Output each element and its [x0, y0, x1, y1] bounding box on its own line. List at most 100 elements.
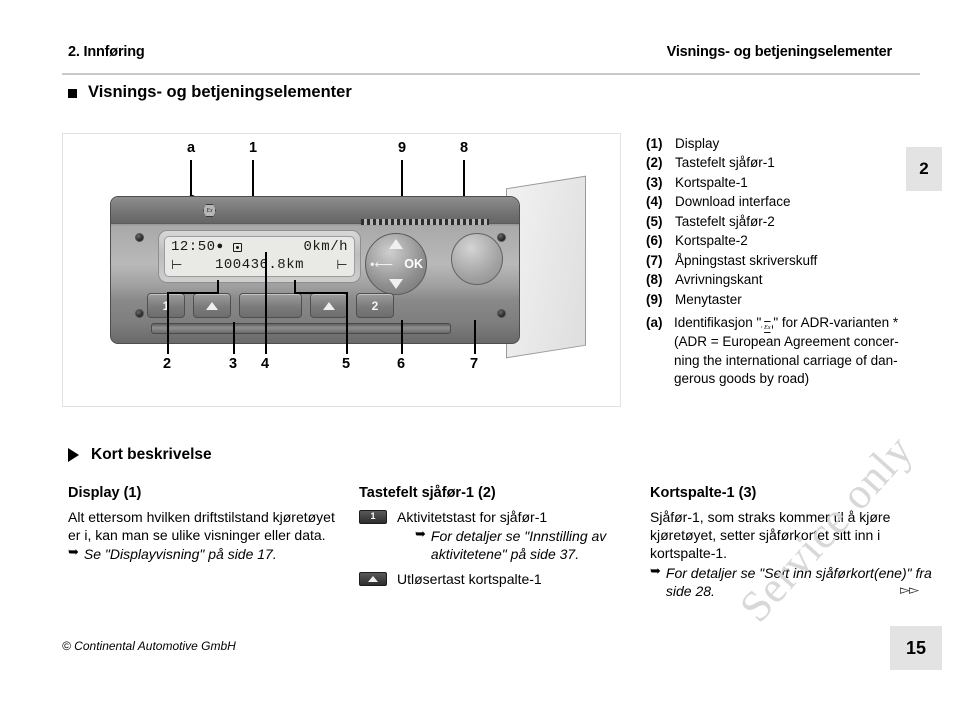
- keypad-item-eject: Utløsertast kortspalte-1: [359, 570, 634, 588]
- device-figure: a 1 9 8 Ex 12:50 ● 0km/h ⊢ 100436.8km ⊢ …: [62, 133, 621, 407]
- legend-item-label: Download interface: [675, 194, 791, 210]
- keypad-item-eject-text: Utløsertast kortspalte-1: [397, 570, 542, 587]
- callout-4: 4: [260, 356, 270, 372]
- column-display-reference-text: Se "Displayvisning" på side 17.: [83, 546, 277, 563]
- leader-5-h: [294, 292, 348, 294]
- legend-item: (7) Åpningstast skriverskuff: [646, 251, 926, 270]
- callout-5: 5: [341, 356, 351, 372]
- ok-button[interactable]: OK: [404, 257, 423, 271]
- column-keypad-heading: Tastefelt sjåfør-1 (2): [359, 485, 496, 501]
- legend-item: (3) Kortspalte-1: [646, 173, 926, 192]
- page-number: 15: [890, 626, 942, 670]
- legend-item-number: (9): [646, 291, 663, 307]
- footnote-line1-after: " for ADR-varianten *: [773, 315, 899, 330]
- legend-item-number: (7): [646, 252, 663, 268]
- printer-area-key[interactable]: [239, 293, 302, 318]
- document-page: 2. Innføring Visnings- og betjeningselem…: [0, 0, 960, 677]
- header-divider: [62, 73, 920, 75]
- legend-item-label: Kortspalte-1: [675, 174, 748, 190]
- cross-reference-arrow-icon: ➥: [415, 527, 426, 543]
- up-arrow-icon[interactable]: [389, 239, 403, 249]
- leader-2-h: [167, 292, 219, 294]
- footnote-marker: (a): [646, 315, 663, 330]
- legend-item-number: (1): [646, 136, 663, 151]
- screw-icon-top-left: [135, 233, 144, 242]
- down-arrow-icon[interactable]: [389, 279, 403, 289]
- leader-5: [346, 292, 348, 354]
- short-description-heading: Kort beskrivelse: [68, 446, 212, 464]
- adr-ex-inline-icon: Ex: [761, 321, 774, 333]
- short-description-label: Kort beskrivelse: [91, 446, 212, 463]
- menu-keys-navpad[interactable]: •⟵ OK: [365, 233, 427, 295]
- legend-item: (5) Tastefelt sjåfør-2: [646, 212, 926, 231]
- legend-item: (6) Kortspalte-2: [646, 231, 926, 250]
- printer-drawer-slot: [151, 323, 451, 334]
- running-head-section: Visnings- og betjeningselementer: [666, 44, 893, 60]
- leader-2-v: [217, 280, 219, 294]
- callout-9: 9: [397, 140, 407, 156]
- column-cardslot-body: Sjåfør-1, som straks kommer til å kjøre …: [650, 509, 891, 562]
- section-heading-label: Visnings- og betjeningselementer: [88, 83, 352, 101]
- callout-8: 8: [459, 140, 469, 156]
- leader-2: [167, 292, 169, 354]
- keypad-item-activity: 1 Aktivitetstast for sjåfør-1 ➥ For deta…: [359, 508, 634, 564]
- legend-item-label: Display: [675, 136, 720, 151]
- driver1-activity-key[interactable]: 1: [147, 293, 185, 318]
- footnote-line3: ning the international carriage of dan-: [674, 352, 898, 368]
- driver2-activity-key[interactable]: 2: [356, 293, 394, 318]
- keypad-item-activity-reference-text: For detaljer se "Innstilling av aktivite…: [430, 528, 607, 563]
- printer-drawer-release-button[interactable]: [451, 233, 503, 285]
- running-head-chapter: 2. Innføring: [68, 44, 145, 60]
- legend-item: (8) Avrivningskant: [646, 270, 926, 289]
- column-display-heading: Display (1): [68, 485, 142, 501]
- eject-key-slot1[interactable]: [193, 293, 231, 318]
- back-arrow-icon[interactable]: •⟵: [370, 258, 393, 271]
- footnote-line4: gerous goods by road): [674, 371, 810, 387]
- lcd-bed-icon-right: ⊢: [336, 257, 349, 273]
- legend-item: (2) Tastefelt sjåfør-1: [646, 153, 926, 172]
- running-head: 2. Innføring Visnings- og betjeningselem…: [68, 44, 892, 70]
- legend-item-label: Åpningstast skriverskuff: [675, 252, 818, 268]
- display-bezel: 12:50 ● 0km/h ⊢ 100436.8km ⊢: [158, 230, 361, 283]
- tear-off-edge: [361, 219, 489, 225]
- callout-6: 6: [396, 356, 406, 372]
- section-heading: Visnings- og betjeningselementer: [68, 83, 352, 102]
- leader-7: [474, 320, 476, 354]
- legend-item: (1) Display: [646, 134, 926, 153]
- column-cardslot-heading: Kortspalte-1 (3): [650, 485, 757, 501]
- adr-footnote: (a) Identifikasjon " Ex " for ADR-variante…: [646, 314, 938, 389]
- continuation-marker: ▻▻: [900, 583, 919, 598]
- legend-item-label: Tastefelt sjåfør-2: [675, 213, 775, 229]
- square-bullet-icon: [68, 89, 77, 98]
- footnote-line2: (ADR = European Agreement concer-: [674, 334, 899, 349]
- legend-item: (9) Menytaster: [646, 290, 926, 309]
- lcd-display: 12:50 ● 0km/h ⊢ 100436.8km ⊢: [164, 236, 355, 277]
- callout-2: 2: [162, 356, 172, 372]
- column-display: Display (1) Alt ettersom hvilken driftst…: [68, 485, 343, 564]
- eject-key-icon: [359, 571, 387, 586]
- leader-6: [401, 320, 403, 354]
- legend-item-number: (8): [646, 272, 663, 288]
- callout-1: 1: [248, 140, 258, 156]
- device-key-row: 1 2: [147, 293, 394, 318]
- leader-4: [265, 252, 267, 354]
- legend-item: (4) Download interface: [646, 192, 926, 211]
- leader-a: [190, 160, 192, 196]
- column-display-reference: ➥ Se "Displayvisning" på side 17.: [68, 545, 343, 563]
- screw-icon-bottom-left: [135, 309, 144, 318]
- leader-3: [233, 322, 235, 354]
- legend-item-label: Menytaster: [675, 291, 742, 307]
- lcd-bed-icon-left: ⊢: [171, 257, 183, 273]
- column-display-body: Alt ettersom hvilken driftstilstand kjør…: [68, 509, 335, 544]
- footnote-line1-before: Identifikasjon ": [674, 315, 762, 330]
- legend-item-label: Avrivningskant: [675, 272, 763, 288]
- screw-icon-top-right: [497, 233, 506, 242]
- callout-a: a: [186, 140, 196, 156]
- lcd-odometer: 100436.8km: [215, 257, 305, 273]
- callout-7: 7: [469, 356, 479, 372]
- cross-reference-arrow-icon: ➥: [68, 545, 79, 561]
- device-front-panel: Ex 12:50 ● 0km/h ⊢ 100436.8km ⊢ •⟵ OK 1 …: [110, 196, 520, 344]
- callout-3: 3: [228, 356, 238, 372]
- legend-item-label: Kortspalte-2: [675, 233, 748, 249]
- eject-key-slot2[interactable]: [310, 293, 348, 318]
